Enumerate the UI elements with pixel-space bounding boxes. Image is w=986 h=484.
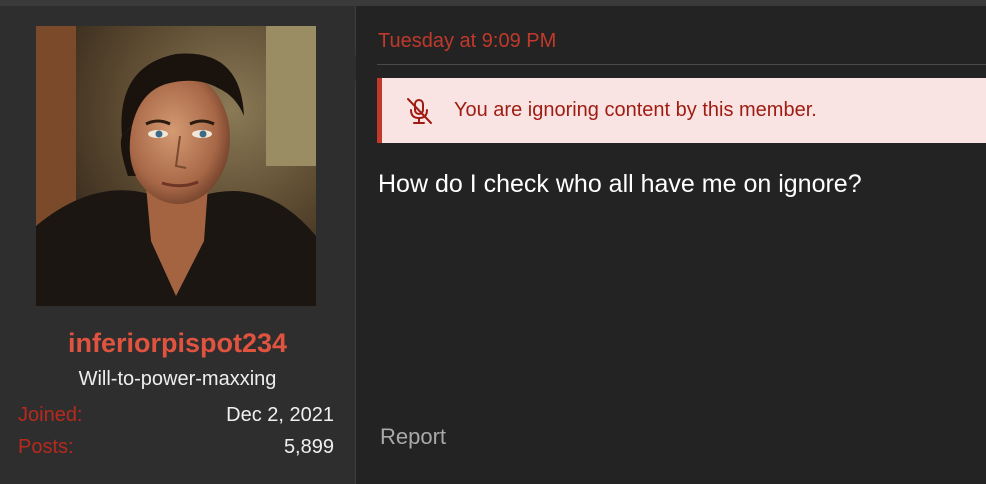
muted-microphone-icon: [404, 96, 434, 126]
report-link[interactable]: Report: [380, 424, 446, 450]
joined-label: Joined:: [18, 404, 83, 426]
date-divider: [377, 64, 986, 65]
user-sidebar: inferiorpispot234 Will-to-power-maxxing …: [0, 6, 356, 484]
joined-value: Dec 2, 2021: [226, 404, 334, 426]
sidebar-pointer-arrow: [341, 55, 356, 81]
post-date[interactable]: Tuesday at 9:09 PM: [378, 30, 556, 53]
posts-label: Posts:: [18, 436, 74, 458]
ignored-notice-text: You are ignoring content by this member.: [454, 99, 817, 121]
avatar[interactable]: [36, 26, 316, 306]
username[interactable]: inferiorpispot234: [0, 328, 355, 359]
ignored-content-notice: You are ignoring content by this member.: [377, 78, 986, 143]
posts-value[interactable]: 5,899: [284, 436, 334, 459]
post-message: How do I check who all have me on ignore…: [378, 170, 862, 198]
user-title: Will-to-power-maxxing: [78, 368, 277, 390]
